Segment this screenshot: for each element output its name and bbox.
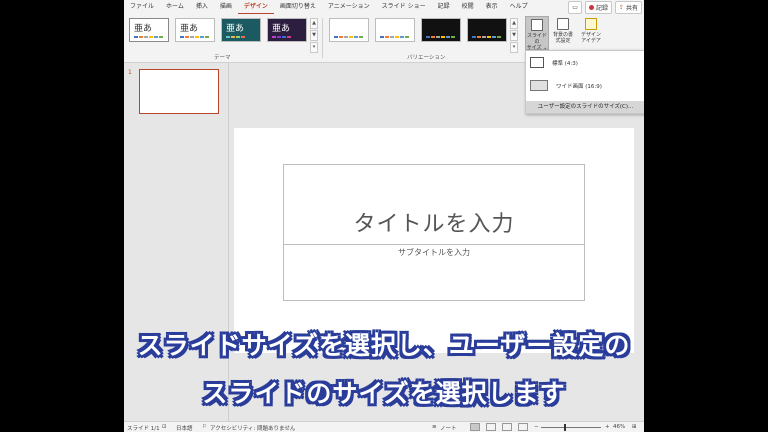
menu-item-widescreen-label: ワイド画面 (16:9) (556, 83, 602, 90)
share-icon: ⇪ (618, 4, 624, 11)
variant-color-stripe (426, 36, 455, 38)
variant-color-stripe (380, 36, 409, 38)
scroll-down-button[interactable]: ▼ (510, 30, 518, 41)
ribbon-tabs: ファイル ホーム 挿入 描画 デザイン 画面切り替え アニメーション スライド … (124, 0, 644, 14)
standard-ratio-icon (530, 57, 544, 68)
reading-view-button[interactable] (502, 423, 512, 431)
more-button[interactable]: ▾ (310, 42, 318, 53)
subtitle-placeholder[interactable]: サブタイトルを入力 (283, 245, 585, 301)
title-placeholder-text: タイトルを入力 (353, 212, 515, 237)
designer-icon (585, 18, 597, 30)
slide-size-label-1: スライドの (526, 33, 547, 45)
record-button[interactable]: 記録 (584, 1, 612, 14)
tab-animations[interactable]: アニメーション (322, 0, 376, 14)
format-background-button[interactable]: 背景の書 式設定 (551, 16, 575, 50)
accessibility-status[interactable]: アクセシビリティ: 問題ありません (210, 424, 295, 432)
scroll-up-button[interactable]: ▲ (510, 18, 518, 29)
share-button[interactable]: ⇪ 共有 (614, 1, 642, 14)
tab-home[interactable]: ホーム (160, 0, 190, 14)
more-button[interactable]: ▾ (510, 42, 518, 53)
variants-scroll: ▲ ▼ ▾ (510, 18, 518, 53)
theme-thumb-office[interactable]: 亜あ (129, 18, 169, 42)
variant-thumb-1[interactable] (329, 18, 369, 42)
tab-record[interactable]: 記録 (432, 0, 456, 14)
widescreen-ratio-icon (530, 80, 548, 91)
slideshow-button[interactable] (518, 423, 528, 431)
slide-number: 1 (128, 69, 132, 76)
scroll-up-button[interactable]: ▲ (310, 18, 318, 29)
tab-view[interactable]: 表示 (480, 0, 504, 14)
tab-design[interactable]: デザイン (237, 0, 274, 14)
accessibility-icon: ⚐ (202, 424, 207, 430)
menu-item-standard-label: 標準 (4:3) (552, 60, 578, 67)
record-label: 記録 (595, 5, 608, 12)
status-bar: スライド 1/1 ⊡ 日本語 ⚐ アクセシビリティ: 問題ありません ≡ ノート… (124, 421, 644, 432)
menu-item-custom-size[interactable]: ユーザー設定のスライドのサイズ(C)... (526, 101, 644, 113)
tab-draw[interactable]: 描画 (214, 0, 238, 14)
zoom-slider[interactable] (541, 427, 601, 428)
slide-sorter-button[interactable] (486, 423, 496, 431)
theme-color-stripe (180, 36, 209, 38)
language-status[interactable]: 日本語 (176, 424, 193, 432)
subtitle-placeholder-text: サブタイトルを入力 (398, 248, 470, 257)
normal-view-button[interactable] (470, 423, 480, 431)
tab-file[interactable]: ファイル (124, 0, 160, 14)
fit-to-window-icon[interactable]: ⊞ (632, 424, 637, 430)
variant-color-stripe (472, 36, 501, 38)
group-divider (322, 18, 323, 58)
slide-thumbnail[interactable] (139, 69, 219, 114)
notes-icon: ≡ (432, 424, 437, 430)
zoom-level[interactable]: 46% (613, 424, 625, 430)
menu-item-standard[interactable]: 標準 (4:3) (530, 57, 578, 68)
variant-thumb-2[interactable] (375, 18, 415, 42)
share-label: 共有 (625, 5, 638, 12)
slide-thumbnails-pane: 1 (124, 63, 229, 421)
zoom-out-button[interactable]: − (534, 424, 539, 430)
record-icon (588, 5, 594, 10)
theme-thumb-text: 亜あ (226, 24, 245, 34)
comment-icon: ▭ (572, 4, 578, 11)
variant-thumb-4[interactable] (467, 18, 507, 42)
zoom-in-button[interactable]: + (605, 424, 610, 430)
variant-color-stripe (334, 36, 363, 38)
comments-button[interactable]: ▭ (568, 1, 582, 14)
theme-color-stripe (134, 36, 163, 38)
slide-size-button[interactable]: スライドの サイズ ⌄ (525, 16, 549, 51)
designer-label-2: アイデア (581, 38, 601, 44)
theme-thumb-text: 亜あ (272, 24, 291, 34)
tab-insert[interactable]: 挿入 (190, 0, 214, 14)
theme-thumb-4[interactable]: 亜あ (267, 18, 307, 42)
slide-count: スライド 1/1 (127, 426, 160, 432)
slide-size-icon (531, 19, 543, 31)
theme-thumb-3[interactable]: 亜あ (221, 18, 261, 42)
format-background-icon (557, 18, 569, 30)
theme-thumb-text: 亜あ (134, 24, 153, 34)
tab-slideshow[interactable]: スライド ショー (376, 0, 432, 14)
caption-line-1: スライドサイズを選択し、ユーザー設定の (137, 331, 631, 360)
caption-line-2: スライドのサイズを選択します (202, 379, 566, 408)
themes-scroll: ▲ ▼ ▾ (310, 18, 318, 53)
title-placeholder[interactable]: タイトルを入力 (283, 164, 585, 245)
variant-thumb-3[interactable] (421, 18, 461, 42)
notes-button[interactable]: ノート (440, 424, 457, 432)
slide-canvas[interactable]: タイトルを入力 サブタイトルを入力 (234, 128, 634, 353)
designer-button[interactable]: デザイン アイデア (579, 16, 603, 50)
theme-thumb-text: 亜あ (180, 24, 199, 34)
format-bg-label-2: 式設定 (555, 38, 571, 44)
theme-thumb-2[interactable]: 亜あ (175, 18, 215, 42)
tab-review[interactable]: 校閲 (456, 0, 480, 14)
scroll-down-button[interactable]: ▼ (310, 30, 318, 41)
slide-size-dropdown: 標準 (4:3) ワイド画面 (16:9) ユーザー設定のスライドのサイズ(C)… (525, 50, 644, 114)
tab-help[interactable]: ヘルプ (504, 0, 534, 14)
theme-color-stripe (272, 36, 291, 38)
menu-item-widescreen[interactable]: ワイド画面 (16:9) (530, 80, 602, 91)
theme-color-stripe (226, 36, 245, 38)
zoom-slider-knob[interactable] (564, 424, 566, 431)
themes-group-label: テーマ (214, 55, 231, 61)
variations-group-label: バリエーション (407, 55, 446, 61)
tab-transitions[interactable]: 画面切り替え (274, 0, 322, 14)
spellcheck-icon[interactable]: ⊡ (162, 424, 167, 430)
powerpoint-window: ファイル ホーム 挿入 描画 デザイン 画面切り替え アニメーション スライド … (124, 0, 644, 432)
